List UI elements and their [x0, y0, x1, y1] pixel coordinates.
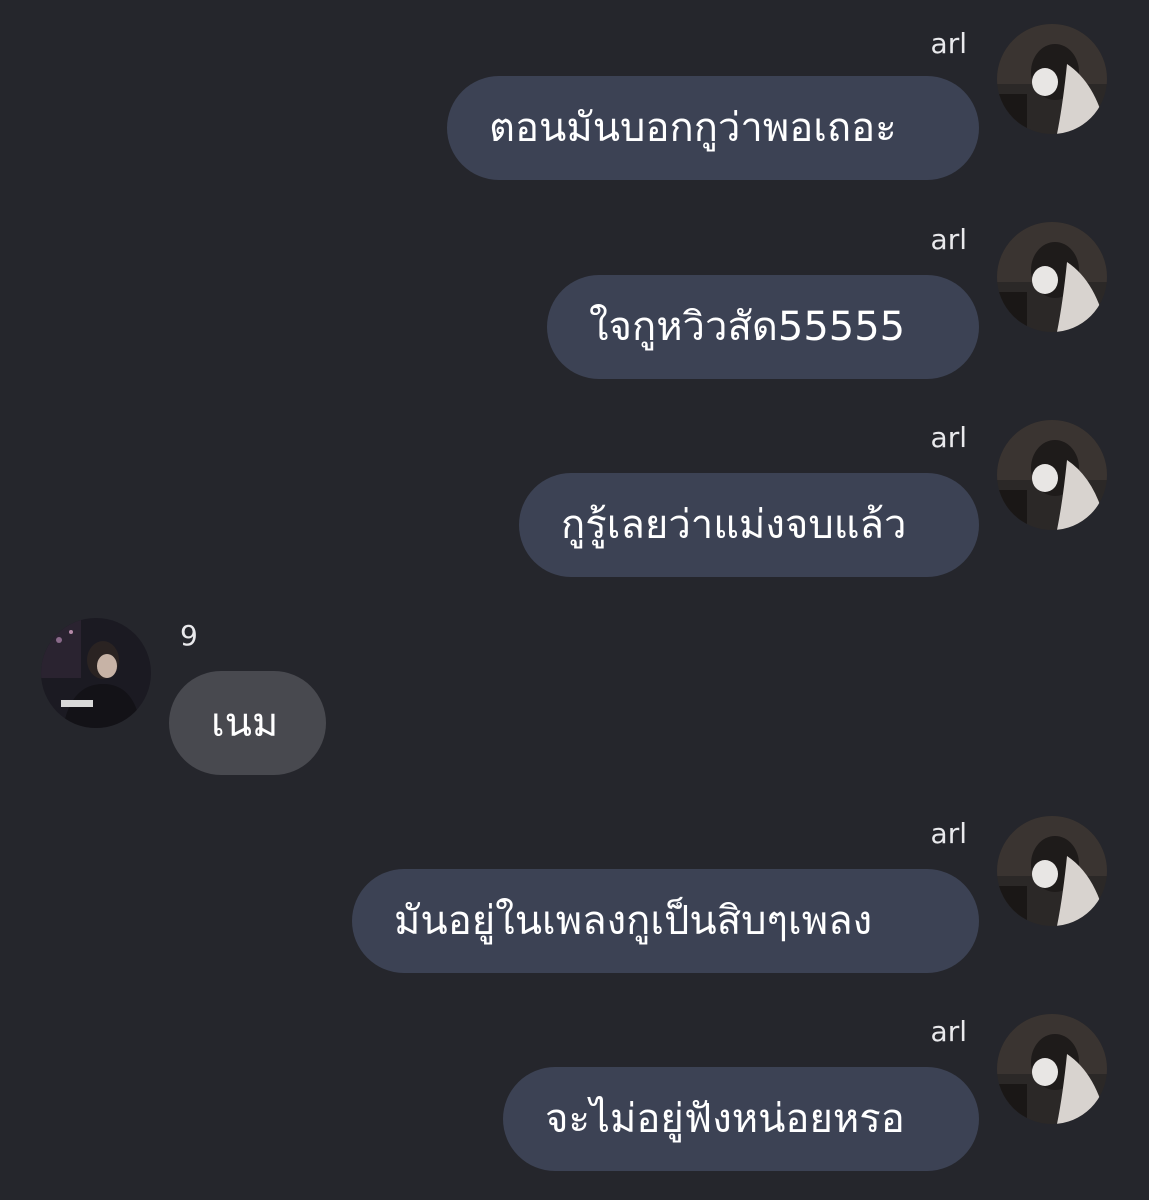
avatar-photo-icon [997, 816, 1107, 926]
avatar-photo-icon [997, 420, 1107, 530]
avatar-photo-icon [41, 618, 151, 728]
sender-name: arl [930, 223, 967, 256]
sender-name: arl [930, 421, 967, 454]
avatar-photo-icon [997, 24, 1107, 134]
message-bubble[interactable]: จะไม่อยู่ฟังหน่อยหรอ [503, 1067, 979, 1171]
sender-avatar[interactable] [997, 24, 1107, 134]
message-bubble[interactable]: กูรู้เลยว่าแม่งจบแล้ว [519, 473, 979, 577]
sender-name: arl [930, 1015, 967, 1048]
message-bubble[interactable]: มันอยู่ในเพลงกูเป็นสิบๆเพลง [352, 869, 979, 973]
chat-thread: arl ตอนมันบอกกูว่าพอเถอะ arl ใจกูหวิวสัด… [0, 0, 1149, 1200]
sender-avatar[interactable] [41, 618, 151, 728]
message-bubble[interactable]: ใจกูหวิวสัด55555 [547, 275, 979, 379]
sender-name: arl [930, 817, 967, 850]
avatar-photo-icon [997, 1014, 1107, 1124]
sender-avatar[interactable] [997, 816, 1107, 926]
sender-avatar[interactable] [997, 222, 1107, 332]
sender-name: arl [930, 27, 967, 60]
sender-name: 9 [180, 619, 198, 652]
message-bubble[interactable]: เนม [169, 671, 326, 775]
sender-avatar[interactable] [997, 1014, 1107, 1124]
avatar-photo-icon [997, 222, 1107, 332]
sender-avatar[interactable] [997, 420, 1107, 530]
message-bubble[interactable]: ตอนมันบอกกูว่าพอเถอะ [447, 76, 979, 180]
